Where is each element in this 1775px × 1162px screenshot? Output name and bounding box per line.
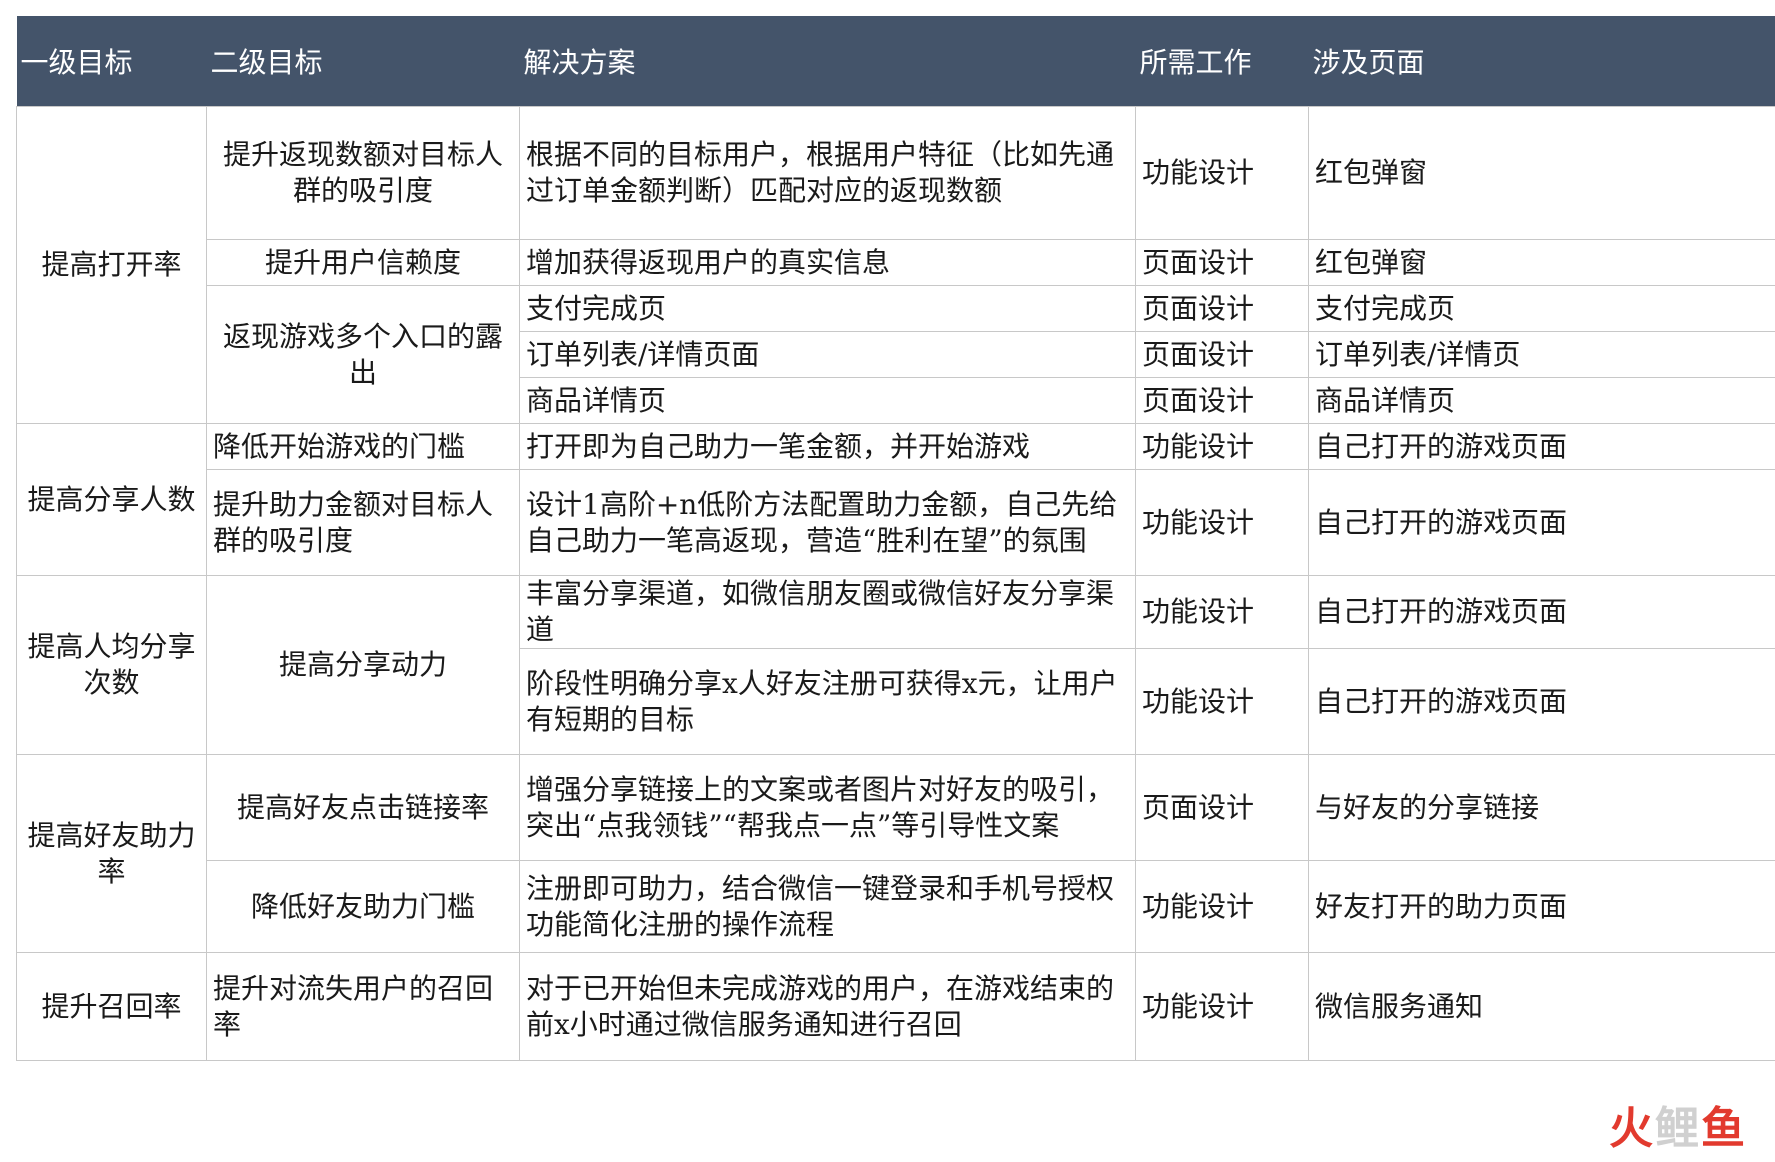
table-row: 提高人均分享次数 提高分享动力 丰富分享渠道，如微信朋友圈或微信好友分享渠道 功… [16, 575, 1775, 755]
page-cell: 红包弹窗 [1308, 239, 1775, 286]
solution-cell: 订单列表/详情页面 [519, 331, 1136, 378]
goals-plan-table: 一级目标 二级目标 解决方案 所需工作 涉及页面 提高打开率 提升返现数额对目标… [16, 16, 1775, 1061]
work-cell: 页面设计 [1135, 377, 1309, 424]
secondary-goal-cell: 提高好友点击链接率 [206, 754, 520, 861]
solution-cell: 根据不同的目标用户，根据用户特征（比如先通过订单金额判断）匹配对应的返现数额 [519, 106, 1136, 240]
table-row: 降低好友助力门槛 注册即可助力，结合微信一键登录和手机号授权功能简化注册的操作流… [17, 860, 1775, 953]
table-row: 提高分享人数 降低开始游戏的门槛 打开即为自己助力一笔金额，并开始游戏 功能设计… [16, 423, 1775, 576]
work-cell: 页面设计 [1135, 754, 1309, 861]
page-cell: 红包弹窗 [1308, 106, 1775, 240]
solution-cell: 注册即可助力，结合微信一键登录和手机号授权功能简化注册的操作流程 [519, 860, 1136, 953]
table-row: 提高打开率 提升返现数额对目标人群的吸引度 根据不同的目标用户，根据用户特征（比… [16, 106, 1775, 424]
page-cell: 商品详情页 [1308, 377, 1775, 424]
watermark-logo: 火鲤鱼 [1609, 1092, 1747, 1156]
secondary-goal-cell: 提升助力金额对目标人群的吸引度 [206, 469, 520, 576]
primary-goal-cell: 提高打开率 [16, 106, 207, 424]
page-cell: 自己打开的游戏页面 [1308, 469, 1775, 576]
plan-table-container: 一级目标 二级目标 解决方案 所需工作 涉及页面 提高打开率 提升返现数额对目标… [16, 16, 1775, 1061]
table-row: 提升召回率 提升对流失用户的召回率 对于已开始但未完成游戏的用户，在游戏结束的前… [16, 952, 1775, 1061]
work-cell: 功能设计 [1135, 860, 1309, 953]
work-cell: 功能设计 [1135, 952, 1309, 1061]
table-row: 提升助力金额对目标人群的吸引度 设计1高阶+n低阶方法配置助力金额，自己先给自己… [17, 469, 1775, 576]
table-row: 提高好友助力率 提高好友点击链接率 增强分享链接上的文案或者图片对好友的吸引，突… [16, 754, 1775, 953]
work-cell: 功能设计 [1135, 469, 1309, 576]
header-solution: 解决方案 [519, 16, 1136, 107]
work-cell: 功能设计 [1135, 423, 1309, 470]
solution-cell: 丰富分享渠道，如微信朋友圈或微信好友分享渠道 [519, 575, 1136, 649]
work-cell: 功能设计 [1135, 106, 1309, 240]
table-row: 提升用户信赖度 增加获得返现用户的真实信息 页面设计 红包弹窗 [17, 239, 1775, 286]
page-cell: 支付完成页 [1308, 285, 1775, 332]
page-cell: 订单列表/详情页 [1308, 331, 1775, 378]
solution-cell: 支付完成页 [519, 285, 1136, 332]
secondary-goal-cell: 提升对流失用户的召回率 [206, 952, 520, 1061]
solution-cell: 阶段性明确分享x人好友注册可获得x元，让用户有短期的目标 [519, 648, 1136, 755]
page-cell: 好友打开的助力页面 [1308, 860, 1775, 953]
primary-goal-cell: 提高人均分享次数 [16, 575, 207, 755]
solution-cell: 设计1高阶+n低阶方法配置助力金额，自己先给自己助力一笔高返现，营造“胜利在望”… [519, 469, 1136, 576]
watermark-char: 鲤 [1655, 1103, 1701, 1154]
table-header-row: 一级目标 二级目标 解决方案 所需工作 涉及页面 [16, 16, 1775, 107]
page-cell: 微信服务通知 [1308, 952, 1775, 1061]
secondary-goal-cell: 提升用户信赖度 [206, 239, 520, 286]
work-cell: 功能设计 [1135, 648, 1309, 755]
secondary-goal-cell: 提升返现数额对目标人群的吸引度 [206, 106, 520, 240]
secondary-goal-cell: 降低好友助力门槛 [206, 860, 520, 953]
watermark-char: 鱼 [1701, 1103, 1747, 1154]
work-cell: 页面设计 [1135, 239, 1309, 286]
page-cell: 与好友的分享链接 [1308, 754, 1775, 861]
secondary-goal-cell: 提高分享动力 [206, 575, 520, 755]
page-cell: 自己打开的游戏页面 [1308, 648, 1775, 755]
work-cell: 功能设计 [1135, 575, 1309, 649]
work-cell: 页面设计 [1135, 285, 1309, 332]
header-primary-goal: 一级目标 [16, 16, 207, 107]
page-cell: 自己打开的游戏页面 [1308, 575, 1775, 649]
solution-cell: 打开即为自己助力一笔金额，并开始游戏 [519, 423, 1136, 470]
primary-goal-cell: 提高分享人数 [16, 423, 207, 576]
watermark-char: 火 [1609, 1103, 1655, 1154]
primary-goal-cell: 提升召回率 [16, 952, 207, 1061]
page-cell: 自己打开的游戏页面 [1308, 423, 1775, 470]
primary-goal-cell: 提高好友助力率 [16, 754, 207, 953]
table-row: 返现游戏多个入口的露出 支付完成页 页面设计 支付完成页 [17, 285, 1775, 424]
solution-cell: 商品详情页 [519, 377, 1136, 424]
secondary-goal-cell: 返现游戏多个入口的露出 [206, 285, 520, 424]
solution-cell: 增强分享链接上的文案或者图片对好友的吸引，突出“点我领钱”“帮我点一点”等引导性… [519, 754, 1136, 861]
solution-cell: 对于已开始但未完成游戏的用户，在游戏结束的前x小时通过微信服务通知进行召回 [519, 952, 1136, 1061]
work-cell: 页面设计 [1135, 331, 1309, 378]
secondary-goal-cell: 降低开始游戏的门槛 [206, 423, 520, 470]
header-required-work: 所需工作 [1135, 16, 1309, 107]
header-secondary-goal: 二级目标 [206, 16, 520, 107]
solution-cell: 增加获得返现用户的真实信息 [519, 239, 1136, 286]
header-pages-involved: 涉及页面 [1308, 16, 1775, 107]
